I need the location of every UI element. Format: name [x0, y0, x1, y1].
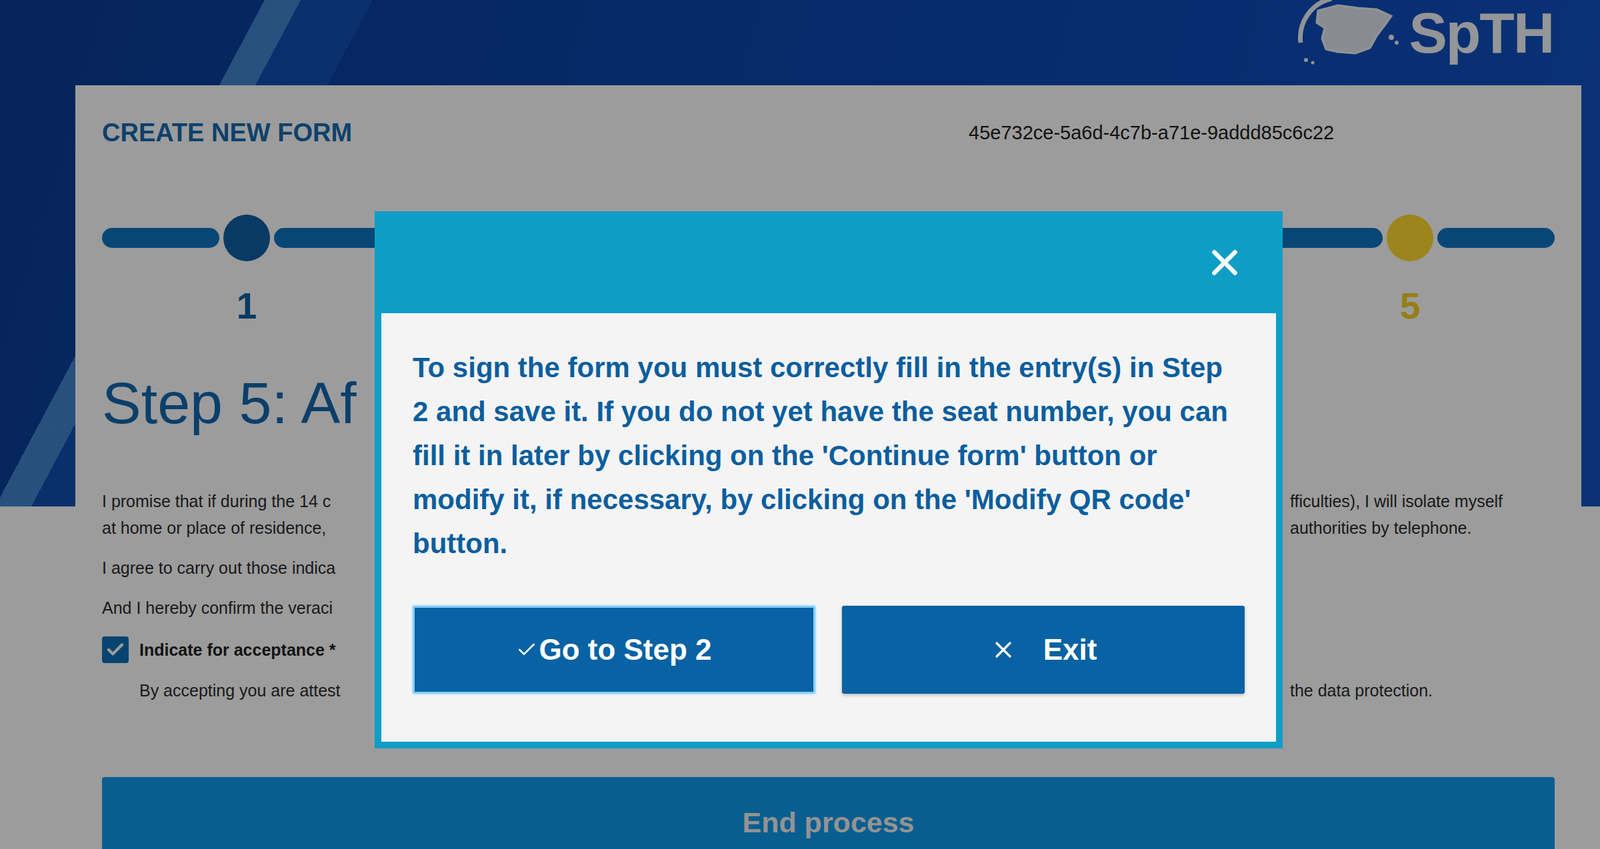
- dialog-message: To sign the form you must correctly fill…: [412, 346, 1245, 566]
- exit-button[interactable]: Exit: [842, 606, 1245, 694]
- dialog-buttons: Go to Step 2 Exit: [412, 606, 1245, 694]
- button-label: Exit: [1043, 633, 1098, 667]
- close-icon: [1204, 242, 1246, 284]
- close-button[interactable]: [1204, 242, 1246, 284]
- page: SpTHCREATE NEW FORM45e732ce-5a6d-4c7b-a7…: [0, 0, 1600, 849]
- dialog-body: To sign the form you must correctly fill…: [381, 313, 1276, 742]
- x-icon: [990, 636, 1017, 664]
- button-label: Go to Step 2: [538, 633, 712, 667]
- dialog: To sign the form you must correctly fill…: [374, 211, 1283, 749]
- go-to-step-button[interactable]: Go to Step 2: [412, 606, 816, 694]
- modal-overlay: To sign the form you must correctly fill…: [0, 0, 1600, 849]
- check-icon: [516, 639, 538, 661]
- dialog-header: [381, 211, 1276, 314]
